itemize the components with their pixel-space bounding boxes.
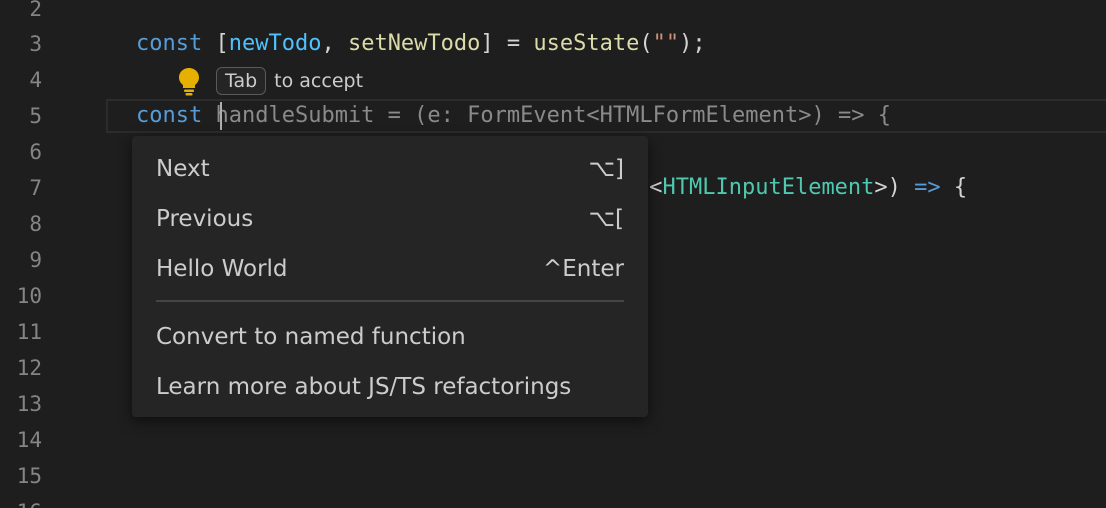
punctuation: < xyxy=(649,175,663,200)
variable: newTodo xyxy=(228,31,322,56)
line-number: 15 xyxy=(16,464,42,488)
line-number: 4 xyxy=(29,68,42,92)
line-number: 7 xyxy=(29,176,42,200)
menu-item-label: Convert to named function xyxy=(156,324,466,350)
menu-item-shortcut: ⌥[ xyxy=(588,206,624,232)
lightbulb-icon[interactable] xyxy=(176,66,202,96)
line-number: 8 xyxy=(29,212,42,236)
keyword: const xyxy=(136,31,203,56)
line-number: 11 xyxy=(16,320,42,344)
menu-item-convert-to-named-function[interactable]: Convert to named function xyxy=(132,312,648,362)
line-number: 6 xyxy=(29,140,42,164)
suggestion-context-menu: Next ⌥] Previous ⌥[ Hello World ^Enter C… xyxy=(132,136,648,417)
menu-item-label: Previous xyxy=(156,206,254,232)
line-number: 10 xyxy=(16,284,42,308)
line-number: 3 xyxy=(29,32,42,56)
function-name: setNewTodo xyxy=(347,31,481,56)
code-line-3[interactable]: const [newTodo, setNewTodo] = useState("… xyxy=(136,26,706,62)
line-number: 2 xyxy=(29,0,42,21)
menu-item-learn-more-refactorings[interactable]: Learn more about JS/TS refactorings xyxy=(132,362,648,412)
punctuation: ); xyxy=(679,31,706,56)
menu-item-label: Hello World xyxy=(156,256,288,282)
punctuation: >) xyxy=(874,175,915,200)
function-name: useState xyxy=(533,31,640,56)
line-number: 9 xyxy=(29,248,42,272)
menu-item-label: Next xyxy=(156,156,210,182)
code-editor[interactable]: 2 3 4 5 6 7 8 9 10 11 12 13 14 15 16 con… xyxy=(0,0,1106,508)
code-line-7[interactable]: t<HTMLInputElement>) => { xyxy=(636,170,967,206)
punctuation: { xyxy=(940,175,968,200)
line-number: 13 xyxy=(16,392,42,416)
menu-item-shortcut: ⌥] xyxy=(588,156,624,182)
line-number: 12 xyxy=(16,356,42,380)
menu-item-label: Learn more about JS/TS refactorings xyxy=(156,374,572,400)
line-number: 16 xyxy=(0,494,42,508)
code-line-5[interactable]: const handleSubmit = (e: FormEvent<HTMLF… xyxy=(136,98,891,134)
string-literal: "" xyxy=(652,31,680,56)
punctuation: , xyxy=(321,31,348,56)
inline-suggestion-hint: Tab to accept xyxy=(176,64,363,98)
menu-item-hello-world[interactable]: Hello World ^Enter xyxy=(132,244,648,294)
punctuation: ( xyxy=(639,31,653,56)
type-name: HTMLInputElement xyxy=(662,175,875,200)
line-number: 14 xyxy=(16,428,42,452)
punctuation: [ xyxy=(202,31,229,56)
menu-item-previous[interactable]: Previous ⌥[ xyxy=(132,194,648,244)
ghost-text-suggestion: handleSubmit = (e: FormEvent<HTMLFormEle… xyxy=(215,103,891,128)
menu-item-next[interactable]: Next ⌥] xyxy=(132,144,648,194)
arrow-operator: => xyxy=(914,175,941,200)
text-cursor xyxy=(220,102,222,130)
line-number: 5 xyxy=(29,104,42,128)
accept-hint-text: to accept xyxy=(274,70,364,92)
menu-item-shortcut: ^Enter xyxy=(542,256,624,282)
keyword: const xyxy=(136,103,203,128)
punctuation: ] = xyxy=(480,31,534,56)
tab-key-badge: Tab xyxy=(216,67,267,95)
menu-separator xyxy=(156,300,624,302)
